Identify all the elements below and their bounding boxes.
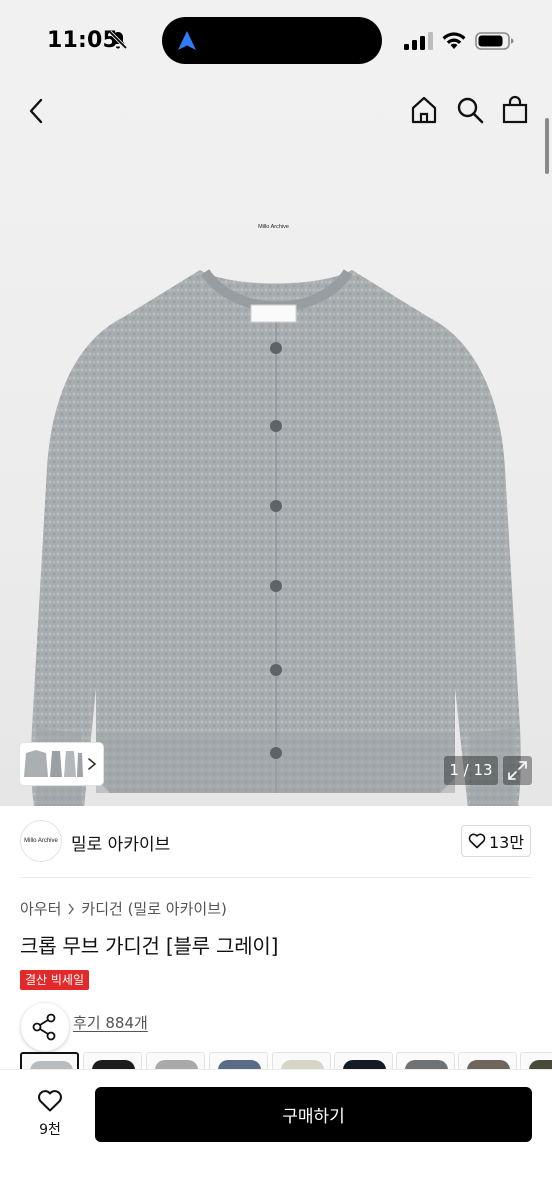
brand-logo[interactable]: Millo Archive xyxy=(20,820,62,862)
back-icon[interactable] xyxy=(22,96,52,126)
thumbnail-strip-button[interactable] xyxy=(20,743,103,785)
chevron-right-icon xyxy=(68,903,75,914)
breadcrumb-item-outer[interactable]: 아우터 xyxy=(20,898,61,919)
brand-tag-label: Millo Archive xyxy=(258,224,289,230)
image-page-counter: 1 / 13 xyxy=(444,756,498,785)
dynamic-island xyxy=(162,17,382,64)
status-bar: 11:05 xyxy=(0,0,552,84)
scrollbar[interactable] xyxy=(545,118,549,174)
wifi-icon xyxy=(442,32,466,49)
home-icon[interactable] xyxy=(409,95,439,125)
search-icon[interactable] xyxy=(455,95,485,125)
heart-icon xyxy=(468,833,486,849)
heart-icon xyxy=(38,1090,62,1112)
bell-off-icon xyxy=(108,30,128,50)
brand-name[interactable]: 밀로 아카이브 xyxy=(71,830,170,855)
wishlist-count: 9천 xyxy=(39,1122,61,1138)
sale-badge: 결산 빅세일 xyxy=(20,970,90,990)
brand-logo-text: Millo Archive xyxy=(24,838,58,844)
shopping-bag-icon[interactable] xyxy=(500,95,530,125)
cardigan-image xyxy=(31,269,521,806)
brand-like-button[interactable]: 13만 xyxy=(461,825,531,857)
wishlist-button[interactable]: 9천 xyxy=(28,1089,72,1141)
breadcrumb-item-cardigan[interactable]: 카디건 (밀로 아카이브) xyxy=(81,898,226,919)
share-icon xyxy=(32,1013,56,1041)
breadcrumb: 아우터 카디건 (밀로 아카이브) xyxy=(20,898,227,919)
product-image-gallery[interactable]: Millo Archive xyxy=(0,84,552,806)
share-button[interactable] xyxy=(21,1003,69,1051)
signal-icon xyxy=(404,32,433,50)
expand-icon xyxy=(508,761,527,780)
chevron-right-icon xyxy=(88,758,97,770)
product-title: 크롭 무브 가디건 [블루 그레이] xyxy=(20,934,279,958)
review-link[interactable]: 후기 884개 xyxy=(73,1012,148,1033)
divider xyxy=(20,877,532,878)
location-arrow-icon xyxy=(178,31,196,50)
buy-button[interactable]: 구매하기 xyxy=(95,1087,532,1142)
expand-button[interactable] xyxy=(503,756,532,785)
brand-like-count: 13만 xyxy=(488,833,525,852)
battery-icon xyxy=(475,32,514,50)
